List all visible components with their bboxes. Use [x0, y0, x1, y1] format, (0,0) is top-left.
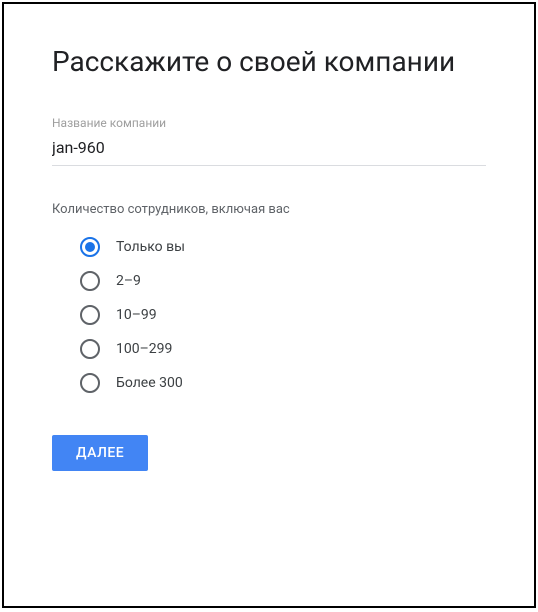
radio-label: 10–99	[116, 307, 157, 323]
page-title: Расскажите о своей компании	[52, 44, 486, 80]
radio-option-10-99[interactable]: 10–99	[80, 305, 486, 325]
radio-label: 100–299	[116, 341, 172, 357]
radio-icon	[80, 237, 100, 257]
employees-section-label: Количество сотрудников, включая вас	[52, 202, 486, 217]
employees-radio-group: Только вы 2–9 10–99 100–299 Более 300	[52, 237, 486, 393]
radio-icon	[80, 339, 100, 359]
radio-option-2-9[interactable]: 2–9	[80, 271, 486, 291]
radio-icon	[80, 305, 100, 325]
radio-option-only-you[interactable]: Только вы	[80, 237, 486, 257]
company-name-input[interactable]	[52, 134, 486, 166]
company-name-field: Название компании	[52, 116, 486, 166]
radio-icon	[80, 373, 100, 393]
radio-label: Более 300	[116, 375, 183, 391]
radio-label: Только вы	[116, 239, 185, 255]
next-button[interactable]: ДАЛЕЕ	[52, 435, 148, 471]
radio-option-100-299[interactable]: 100–299	[80, 339, 486, 359]
radio-label: 2–9	[116, 273, 141, 289]
radio-icon	[80, 271, 100, 291]
signup-form-card: Расскажите о своей компании Название ком…	[4, 4, 534, 606]
radio-option-300-plus[interactable]: Более 300	[80, 373, 486, 393]
company-name-label: Название компании	[52, 116, 486, 130]
